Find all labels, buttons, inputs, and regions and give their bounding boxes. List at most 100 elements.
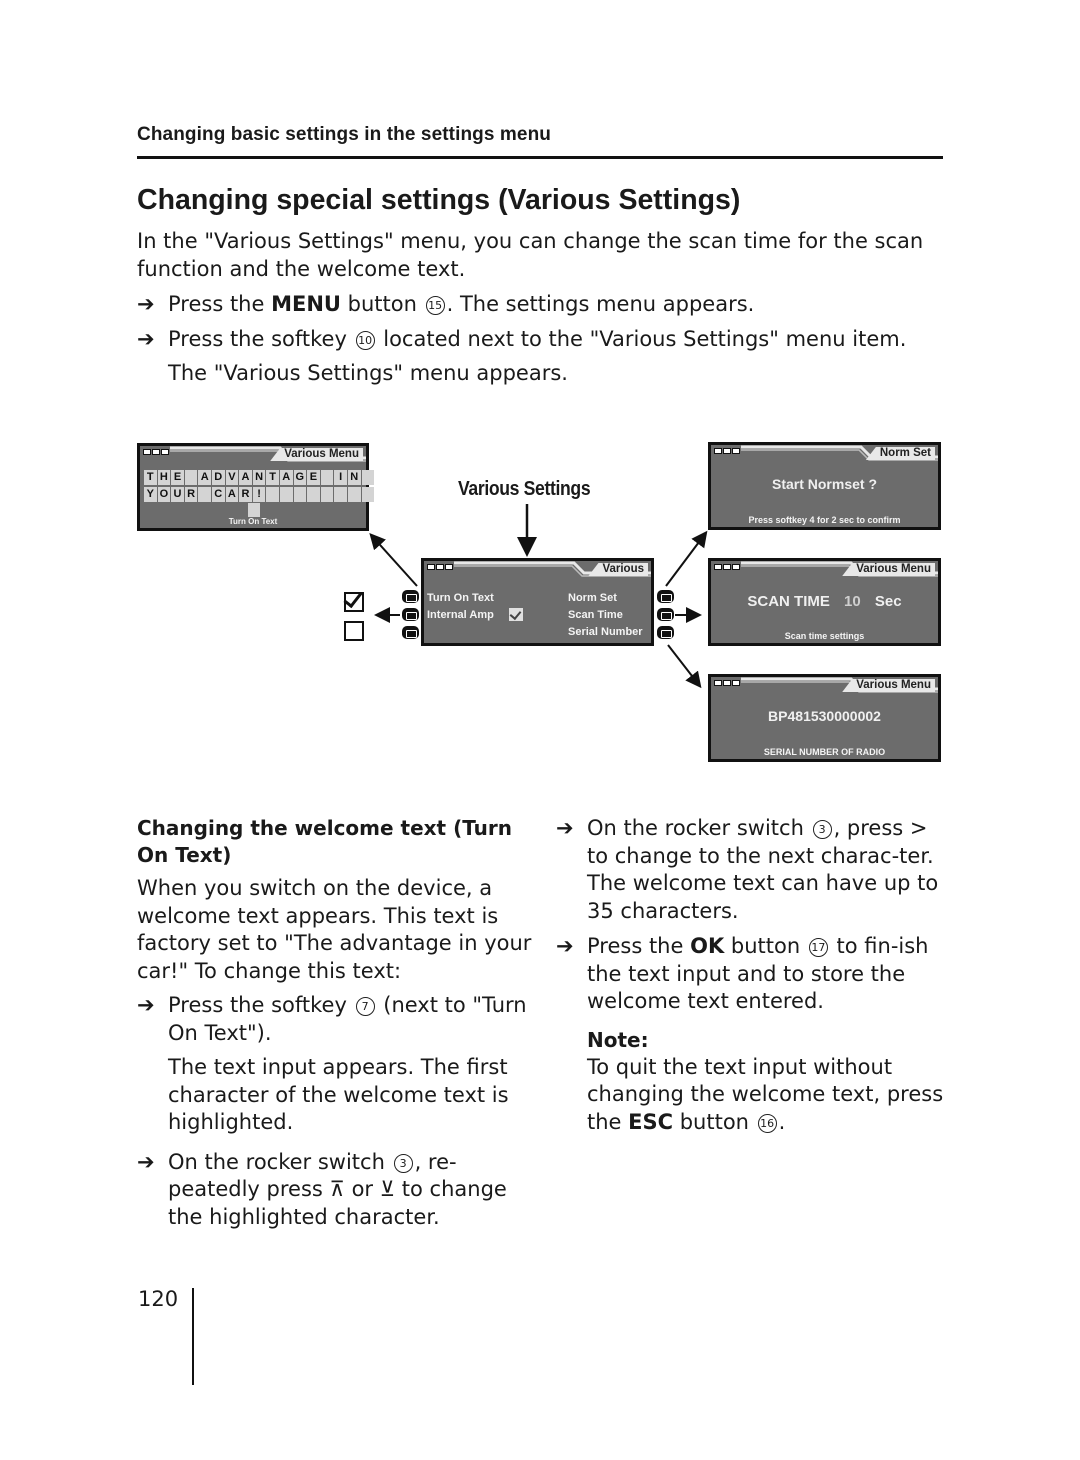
softkey-right-2[interactable] [657,608,674,621]
char-cell [320,470,334,485]
arrow-to-turn-on-text [369,533,418,587]
menu-item-turn-on-text[interactable]: Turn On Text [427,592,494,604]
char-cell [279,487,293,502]
status-dots-icon [143,449,169,455]
step-press-menu: ➔ Press the MENU button 15. The settings… [137,291,937,319]
ok-button-label: OK [690,934,725,958]
char-row-1: THEADVANTAGEIN [144,470,375,485]
esc-button-label: ESC [628,1109,674,1134]
callout-number-16: 16 [757,1113,777,1133]
step-rocker-next-char: ➔ On the rocker switch 3, press > to cha… [556,816,939,923]
callout-number-3: 3 [812,820,832,839]
softkey-right-3[interactable] [657,626,674,639]
arrow-icon: ➔ [137,993,155,1017]
softkey-right-1[interactable] [657,590,674,603]
callout-number-7: 7 [355,997,375,1016]
arrow-to-norm-set [665,530,708,587]
screen-tab: Various Menu [842,679,935,692]
char-cell: D [211,470,225,485]
menu-item-internal-amp[interactable]: Internal Amp [427,609,494,621]
softkey-left-3[interactable] [402,626,419,639]
char-cell: R [184,487,198,502]
checkbox-checked-icon [343,587,364,612]
char-cell: U [171,487,184,502]
normset-prompt: Start Normset ? [771,476,878,492]
char-cell: O [157,487,171,502]
rocker-down-icon: ⊻ [379,1177,396,1201]
arrow-icon: ➔ [556,816,574,840]
rocker-up-icon: ⊼ [329,1177,345,1201]
note-text: To quit the text input without changing … [587,1054,944,1134]
section-welcome-text: Changing the welcome text (Turn On Text)… [137,815,532,1231]
page-number-rule [192,1288,194,1385]
screen-tab: Various [588,563,648,576]
status-dots-icon [427,564,453,570]
section-paragraph: When you switch on the device, a welcome… [137,876,532,983]
note-title: Note: [587,1027,649,1052]
char-cell: E [171,470,184,485]
char-cell: C [211,487,225,502]
status-dots-icon [714,680,740,686]
intro-paragraph: In the "Various Settings" menu, you can … [137,229,924,281]
checkmark-icon [343,587,363,609]
char-cell: A [198,470,211,485]
char-cell: A [225,487,239,502]
char-cell: ! [252,487,266,502]
top-steps: ➔ Press the MENU button 15. The settings… [137,291,937,388]
arrow-to-serial [667,644,702,689]
page-number: 120 [138,1287,179,1311]
section-heading: Changing the welcome text (Turn On Text) [137,816,512,867]
screen-tab: Various Menu [842,563,935,576]
arrow-icon: ➔ [137,292,155,316]
screen-footer: Turn On Text [228,517,278,526]
char-cell: A [279,470,293,485]
char-cell: I [334,470,347,485]
char-cell: R [239,487,252,502]
header-rule [137,156,943,159]
char-cell: T [266,470,279,485]
scan-time-value[interactable]: 10 [844,593,861,610]
char-cell: N [252,470,266,485]
callout-number-15: 15 [425,296,445,315]
page-title: Changing special settings (Various Setti… [137,184,741,216]
checkbox-unchecked-icon [344,621,364,641]
char-cell: E [307,470,320,485]
char-cell [334,487,347,502]
lcd-turn-on-text: Various Menu THEADVANTAGEIN Y O U R C A R! Tur… [137,443,375,531]
char-row-2: Y O U R C A R! [144,487,375,502]
lcd-various-menu: Various Turn On Text Internal Amp Norm S… [421,558,654,646]
char-cell [361,470,375,485]
lcd-norm-set: Norm Set Start Normset ? Press softkey 4… [708,442,941,530]
char-cell [293,487,307,502]
lcd-scan-time: Various Menu SCAN TIME 10 Sec Scan time … [708,558,941,646]
step-result: The "Various Settings" menu appears. [168,361,568,385]
lcd-serial-number: Various Menu BP481530000002 SERIAL NUMBE… [708,674,941,762]
step-press-ok: ➔ Press the OK button 17 to fin-ish the … [556,934,929,1013]
char-cell: A [239,470,252,485]
screen-tab: Norm Set [865,447,935,460]
callout-number-3: 3 [393,1153,413,1173]
step-result: The text input appears. The first charac… [168,1055,509,1134]
char-cell [320,487,334,502]
section-welcome-text-continued: ➔ On the rocker switch 3, press > to cha… [556,815,951,1136]
screen-footer: Scan time settings [784,631,865,641]
step-press-softkey-10: ➔ Press the softkey 10 located next to t… [137,326,937,354]
menu-item-scan-time[interactable]: Scan Time [568,609,623,621]
arrow-icon: ➔ [137,326,155,351]
diagram-label: Various Settings [458,478,591,500]
menu-item-norm-set[interactable]: Norm Set [568,592,617,604]
screen-footer: SERIAL NUMBER OF RADIO [763,747,886,757]
callout-number-17: 17 [808,938,828,957]
softkey-left-2[interactable] [402,608,419,621]
internal-amp-checkbox[interactable] [509,608,523,621]
softkey-left-1[interactable] [402,590,419,603]
arrow-icon: ➔ [137,1149,155,1174]
char-cell [347,487,361,502]
callout-number-10: 10 [355,330,375,350]
menu-item-serial-number[interactable]: Serial Number [568,626,643,638]
char-cell [266,487,279,502]
char-cell [307,487,320,502]
step-rocker-change-char: ➔ On the rocker switch 3, re-peatedly pr… [137,1149,507,1229]
scan-time-unit: Sec [874,593,902,610]
char-cell: T [144,470,157,485]
